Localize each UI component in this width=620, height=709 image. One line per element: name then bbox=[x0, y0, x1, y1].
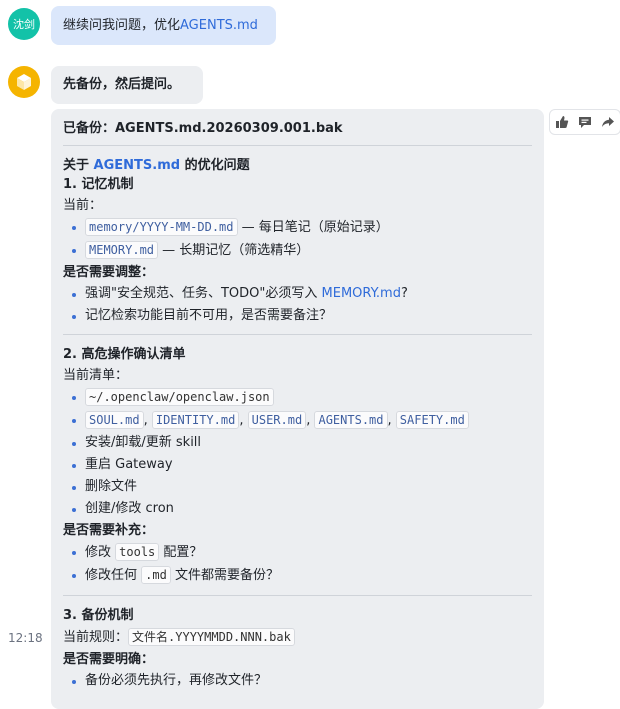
separator: , bbox=[143, 413, 148, 428]
memory-daily-code: memory/YYYY-MM-DD.md bbox=[85, 218, 238, 236]
intro-heading: 关于 AGENTS.md 的优化问题 bbox=[63, 157, 532, 174]
list-item-text: — 长期记忆（筛选精华） bbox=[158, 243, 310, 258]
cube-icon bbox=[17, 74, 31, 90]
section-1-question-label: 是否需要调整： bbox=[63, 265, 155, 280]
message-timestamp: 12:18 bbox=[8, 631, 43, 645]
config-path-code: ~/.openclaw/openclaw.json bbox=[85, 388, 274, 406]
list-item-text: 安装/卸载/更新 skill bbox=[85, 435, 202, 450]
list-item: SOUL.md, IDENTITY.md, USER.md, AGENTS.md… bbox=[63, 409, 532, 432]
share-icon[interactable] bbox=[597, 111, 619, 133]
list-item: memory/YYYY-MM-DD.md — 每日笔记（原始记录） bbox=[63, 216, 532, 239]
section-2-title: 2. 高危操作确认清单 bbox=[63, 347, 186, 362]
list-item-text: 修改 bbox=[85, 545, 116, 560]
list-item-text: ? bbox=[400, 286, 408, 301]
list-item: 修改任何 .md 文件都需要备份？ bbox=[63, 564, 532, 587]
list-item: 修改 tools 配置？ bbox=[63, 541, 532, 564]
list-item-text: 备份必须先执行，再修改文件？ bbox=[85, 673, 268, 688]
list-item: 强调"安全规范、任务、TODO"必须写入 MEMORY.md? bbox=[63, 283, 532, 305]
list-item-text: 修改任何 bbox=[85, 568, 142, 583]
tools-code: tools bbox=[115, 543, 160, 561]
file-code: IDENTITY.md bbox=[151, 411, 240, 429]
section-3-title: 3. 备份机制 bbox=[63, 608, 134, 623]
divider bbox=[63, 334, 532, 335]
user-message-bubble: 继续问我问题，优化AGENTS.md bbox=[51, 6, 276, 45]
intro-suffix: 的优化问题 bbox=[180, 158, 250, 173]
separator: , bbox=[239, 413, 244, 428]
separator: , bbox=[387, 413, 392, 428]
bot-detailed-reply: 已备份：AGENTS.md.20260309.001.bak 关于 AGENTS… bbox=[51, 109, 544, 709]
rule-label: 当前规则： bbox=[63, 630, 129, 645]
list-item: 重启 Gateway bbox=[63, 454, 532, 476]
list-item-text: 重启 Gateway bbox=[85, 457, 173, 472]
section-2-current-label: 当前清单： bbox=[63, 368, 129, 383]
list-item: MEMORY.md — 长期记忆（筛选精华） bbox=[63, 239, 532, 262]
list-item-text: — 每日笔记（原始记录） bbox=[237, 220, 389, 235]
list-item-text: 配置？ bbox=[159, 545, 203, 560]
memory-long-code: MEMORY.md bbox=[85, 241, 159, 259]
md-code: .md bbox=[141, 566, 171, 584]
divider bbox=[63, 595, 532, 596]
user-avatar: 沈剑 bbox=[8, 8, 40, 40]
comment-icon[interactable] bbox=[574, 111, 596, 133]
section-3-rule: 当前规则： 文件名.YYYYMMDD.NNN.bak bbox=[63, 626, 532, 649]
message-actions bbox=[549, 109, 620, 135]
bot-message-bubble: 先备份，然后提问。 bbox=[51, 66, 203, 104]
intro-prefix: 关于 bbox=[63, 158, 94, 173]
user-message-link[interactable]: AGENTS.md bbox=[180, 18, 258, 33]
list-item-text: 记忆检索功能目前不可用，是否需要备注？ bbox=[85, 308, 333, 323]
list-item: 记忆检索功能目前不可用，是否需要备注？ bbox=[63, 305, 532, 327]
thumbs-up-icon[interactable] bbox=[551, 111, 573, 133]
section-1-current-label: 当前： bbox=[63, 198, 103, 213]
list-item: 删除文件 bbox=[63, 476, 532, 498]
backup-format-code: 文件名.YYYYMMDD.NNN.bak bbox=[128, 628, 295, 646]
section-3-question-label: 是否需要明确： bbox=[63, 652, 155, 667]
list-item: 创建/修改 cron bbox=[63, 498, 532, 520]
bot-message-text: 先备份，然后提问。 bbox=[63, 77, 181, 92]
file-code: USER.md bbox=[247, 411, 307, 429]
bot-avatar bbox=[8, 66, 40, 98]
list-item-text: 文件都需要备份？ bbox=[170, 568, 279, 583]
file-code: SOUL.md bbox=[85, 411, 144, 429]
list-item-text: 创建/修改 cron bbox=[85, 501, 174, 516]
user-message-text: 继续问我问题，优化 bbox=[63, 18, 181, 33]
list-item: 备份必须先执行，再修改文件？ bbox=[63, 670, 532, 692]
file-code: SAFETY.md bbox=[395, 411, 469, 429]
intro-link[interactable]: AGENTS.md bbox=[94, 158, 181, 173]
divider bbox=[63, 145, 532, 146]
list-item-text: 强调"安全规范、任务、TODO"必须写入 bbox=[85, 286, 322, 301]
separator: , bbox=[306, 413, 311, 428]
file-code: AGENTS.md bbox=[314, 411, 388, 429]
section-1-title: 1. 记忆机制 bbox=[63, 177, 134, 192]
backup-confirmation: 已备份：AGENTS.md.20260309.001.bak bbox=[63, 121, 343, 136]
list-item: 安装/卸载/更新 skill bbox=[63, 432, 532, 454]
section-2-question-label: 是否需要补充： bbox=[63, 523, 155, 538]
list-item-text: 删除文件 bbox=[85, 479, 138, 494]
list-item: ~/.openclaw/openclaw.json bbox=[63, 386, 532, 409]
memory-link[interactable]: MEMORY.md bbox=[322, 286, 401, 301]
